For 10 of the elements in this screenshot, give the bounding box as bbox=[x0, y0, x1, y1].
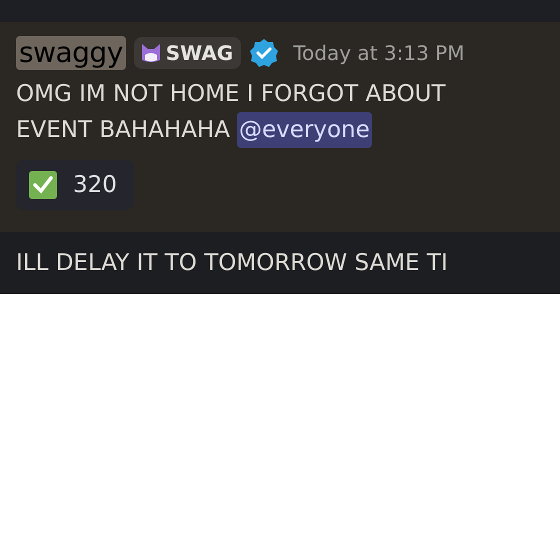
message-text: OMG IM NOT HOME I FORGOT ABOUT bbox=[16, 80, 446, 109]
message-text: ILL DELAY IT TO TOMORROW SAME TI bbox=[16, 250, 448, 276]
cat-icon bbox=[140, 42, 162, 64]
mention-link[interactable]: @everyone bbox=[236, 112, 372, 148]
role-tag: SWAG bbox=[134, 37, 242, 69]
author-name[interactable]: swaggy bbox=[16, 36, 126, 70]
timestamp: Today at 3:13 PM bbox=[293, 41, 464, 65]
check-mark-icon bbox=[29, 171, 57, 199]
message-text: EVENT BAHAHAHA bbox=[16, 116, 230, 145]
reaction-button[interactable]: 320 bbox=[16, 160, 134, 210]
